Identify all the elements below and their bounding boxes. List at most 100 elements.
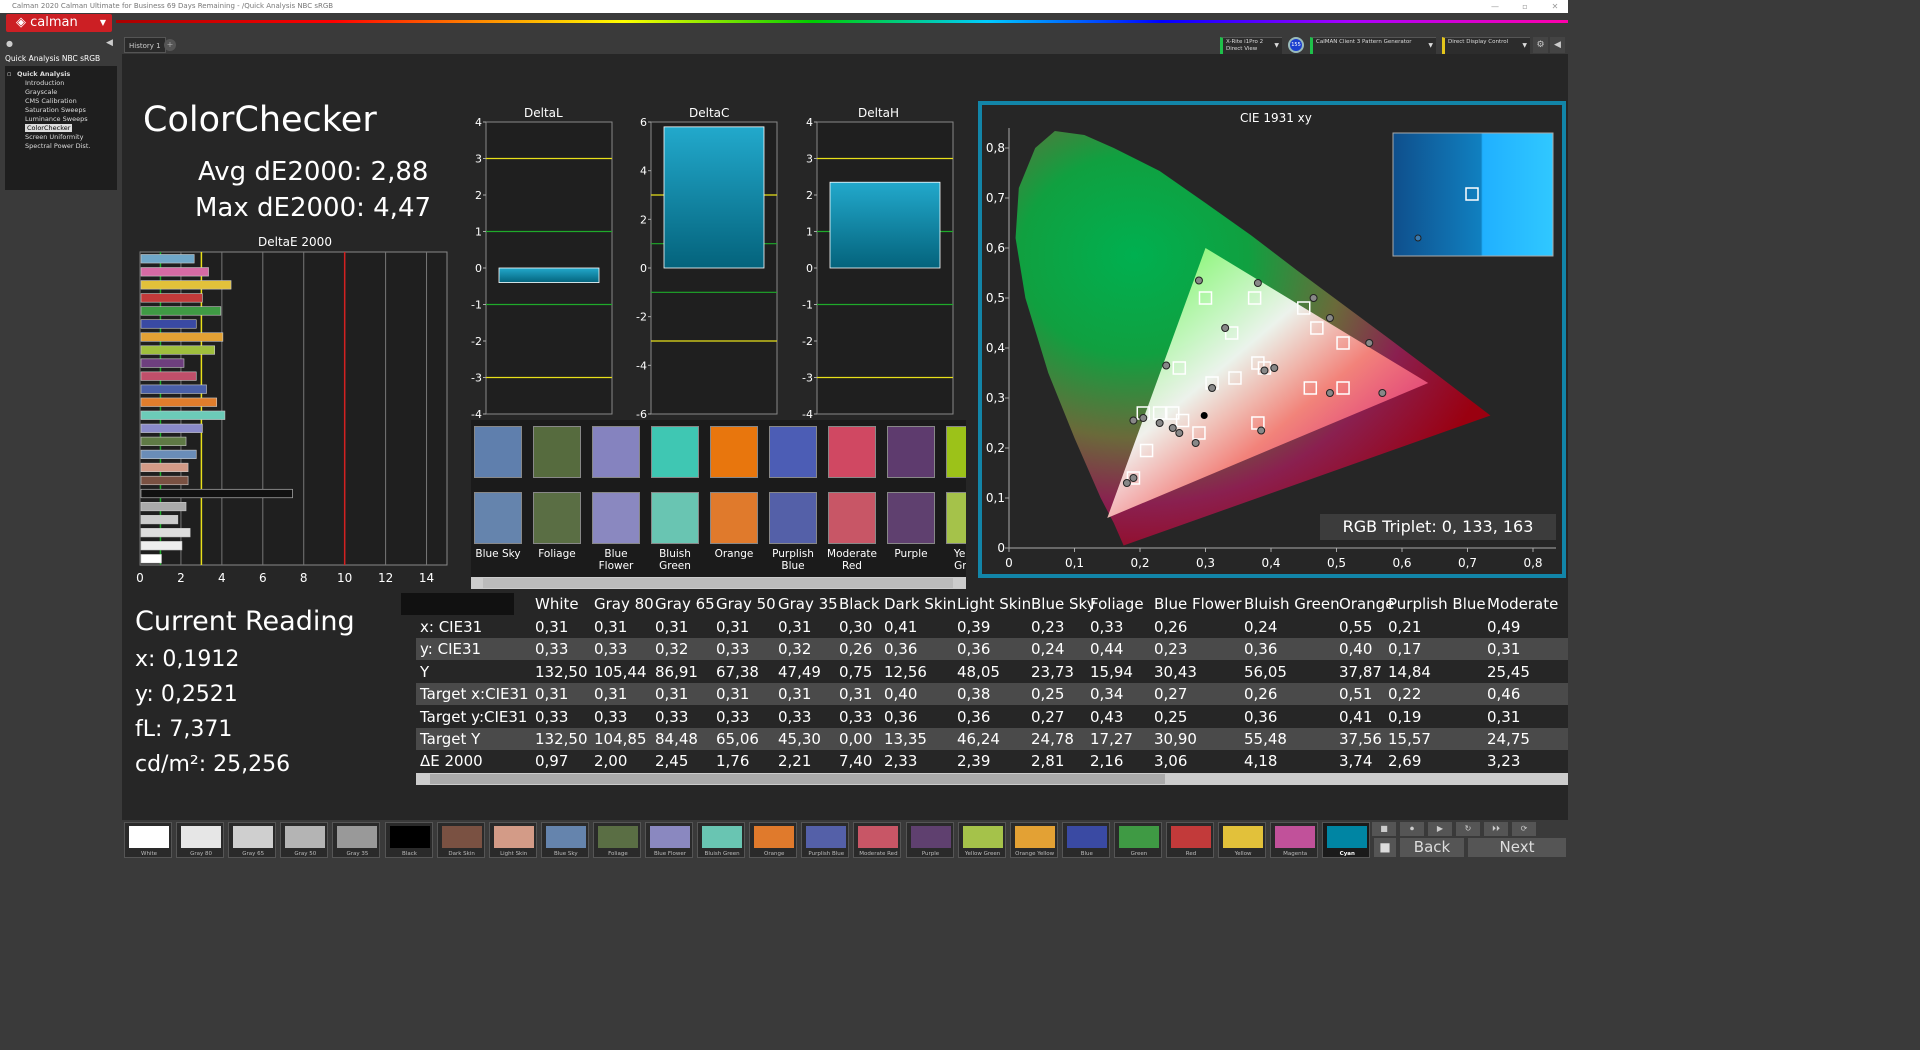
swatch-button[interactable]: Green	[1113, 822, 1162, 858]
stop-measure-button[interactable]: ■	[1374, 838, 1396, 857]
patch-scrollbar[interactable]	[471, 577, 966, 589]
swatch-color	[129, 826, 169, 848]
sidebar-item-screen-uniformity[interactable]: Screen Uniformity	[25, 133, 83, 141]
tree-expand-icon[interactable]: ▫	[7, 70, 11, 78]
swatch-button[interactable]: White	[124, 822, 172, 858]
minimize-icon[interactable]: —	[1485, 0, 1505, 13]
swatch-button[interactable]: Gray 50	[280, 822, 329, 858]
close-icon[interactable]: ✕	[1545, 0, 1565, 13]
table-cell: 15,57	[1388, 730, 1431, 748]
display-selector[interactable]: Direct Display Control ▼	[1442, 37, 1530, 54]
table-cell: 37,87	[1339, 662, 1382, 681]
table-cell: 14,84	[1388, 662, 1431, 681]
loop-icon[interactable]: ↻	[1456, 822, 1480, 836]
swatch-button[interactable]: Orange	[749, 822, 798, 858]
back-button[interactable]: Back	[1400, 838, 1464, 857]
table-row: Target Y 132,50 104,85 84,48 65,06 45,30 0,00 1…	[416, 728, 1568, 750]
swatch-color	[806, 826, 847, 848]
table-cell: 46,24	[957, 730, 1000, 748]
swatch-button[interactable]: Cyan	[1322, 822, 1371, 858]
swatch-button[interactable]: Bluish Green	[697, 822, 746, 858]
sidebar-item-spectral-power[interactable]: Spectral Power Dist.	[25, 142, 90, 150]
calman-logo-button[interactable]: ◈ calman ▼	[6, 14, 112, 32]
table-cell: 3,23	[1487, 752, 1521, 771]
scrollbar-thumb[interactable]	[483, 578, 953, 588]
swatch-button[interactable]: Dark Skin	[436, 822, 485, 858]
sidebar-item-introduction[interactable]: Introduction	[25, 79, 64, 87]
deltah-title: DeltaH	[858, 106, 900, 120]
table-cell: 12,56	[884, 662, 927, 681]
swatch-label: Cyan	[1339, 851, 1355, 857]
swatch-label: Green	[1130, 851, 1148, 857]
patch-label: Purple	[894, 548, 928, 560]
swatch-button[interactable]: Gray 35	[332, 822, 381, 858]
table-cell: 47,49	[778, 662, 821, 681]
swatch-button[interactable]: Blue Sky	[540, 822, 589, 858]
table-cell: 0,24	[1244, 618, 1278, 636]
table-cell: 0,25	[1031, 685, 1065, 704]
table-cell: 0,40	[1339, 640, 1373, 659]
tab-history-1[interactable]: History 1	[124, 37, 166, 53]
table-cell: 15,94	[1090, 662, 1133, 681]
meter-selector[interactable]: X-Rite i1Pro 2 Direct View ▼	[1220, 37, 1282, 54]
swatch-color	[1014, 826, 1055, 848]
table-cell: 0,25	[1154, 707, 1188, 726]
scrollbar-thumb[interactable]	[430, 774, 1165, 784]
sidebar-item-cms-calibration[interactable]: CMS Calibration	[25, 97, 77, 105]
page-title: ColorChecker	[143, 100, 377, 140]
table-cell: 0,31	[1487, 640, 1521, 659]
next-button[interactable]: Next	[1468, 838, 1566, 857]
sidebar-item-colorchecker[interactable]: ColorChecker	[25, 124, 73, 132]
swatch-button[interactable]: Blue Flower	[645, 822, 693, 858]
swatch-button[interactable]: Orange Yellow	[1009, 822, 1058, 858]
table-header-cell: Gray 50	[716, 595, 776, 613]
record-icon[interactable]: ⏺	[1400, 822, 1424, 836]
table-cell: 0,33	[1090, 618, 1124, 636]
pattern-generator-selector[interactable]: CalMAN Client 3 Pattern Generator ▼	[1310, 37, 1436, 54]
nav-dot-icon[interactable]: ●	[6, 39, 13, 48]
swatch-button[interactable]: Light Skin	[488, 822, 537, 858]
table-cell: 0,36	[1244, 707, 1278, 726]
swatch-button[interactable]: Yellow	[1218, 822, 1267, 858]
table-cell: 0,26	[1244, 685, 1278, 704]
table-row: Target x:CIE31 0,31 0,31 0,31 0,31 0,31 0,31 0,…	[416, 683, 1568, 706]
collapse-right-icon[interactable]: ◀	[1550, 37, 1565, 53]
patch-measured	[769, 426, 817, 478]
table-cell: 2,45	[655, 752, 689, 771]
table-cell: 0,33	[535, 640, 569, 659]
swatch-button[interactable]: Foliage	[592, 822, 641, 858]
swatch-label: Gray 80	[190, 851, 213, 857]
sidebar-item-saturation-sweeps[interactable]: Saturation Sweeps	[25, 106, 86, 114]
play-icon[interactable]: ▶	[1428, 822, 1452, 836]
meter-status-icon[interactable]: 155	[1288, 37, 1304, 53]
tab-bar: History 1 + X-Rite i1Pro 2 Direct View ▼…	[122, 36, 1568, 54]
stop-icon[interactable]: ■	[1372, 822, 1396, 836]
collapse-icon[interactable]: ◀	[106, 38, 113, 48]
swatch-button[interactable]: Blue	[1061, 822, 1110, 858]
swatch-button[interactable]: Magenta	[1270, 822, 1319, 858]
swatch-button[interactable]: Purple	[905, 822, 954, 858]
swatch-button[interactable]: Red	[1166, 822, 1214, 858]
table-cell: 25,45	[1487, 662, 1530, 681]
sidebar-item-quick-analysis[interactable]: Quick Analysis	[17, 70, 70, 78]
table-row-label: Target x:CIE31	[420, 685, 529, 704]
maximize-icon[interactable]: ▫	[1515, 0, 1535, 13]
current-reading-title: Current Reading	[135, 606, 355, 637]
swatch-button[interactable]: Yellow Green	[957, 822, 1006, 858]
swatch-button[interactable]: Gray 80	[176, 822, 225, 858]
swatch-button[interactable]: Gray 65	[228, 822, 277, 858]
auto-icon[interactable]: ⟳	[1512, 822, 1536, 836]
swatch-label: Black	[402, 851, 417, 857]
sidebar-item-grayscale[interactable]: Grayscale	[25, 88, 57, 96]
deltac-title: DeltaC	[689, 106, 730, 120]
swatch-label: Foliage	[608, 851, 628, 857]
table-cell: 0,36	[884, 640, 918, 659]
swatch-button[interactable]: Purplish Blue	[801, 822, 850, 858]
add-tab-button[interactable]: +	[164, 39, 176, 51]
swatch-button[interactable]: Black	[384, 822, 433, 858]
table-scrollbar[interactable]	[416, 773, 1568, 785]
sidebar-item-luminance-sweeps[interactable]: Luminance Sweeps	[25, 115, 88, 123]
settings-icon[interactable]: ⚙	[1533, 37, 1548, 53]
swatch-button[interactable]: Moderate Red	[853, 822, 902, 858]
read-series-icon[interactable]: ⏵⏵	[1484, 822, 1508, 836]
